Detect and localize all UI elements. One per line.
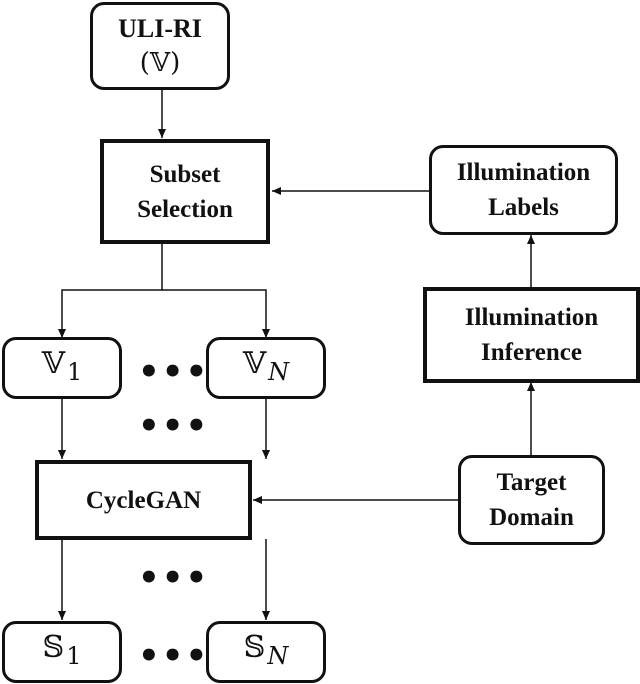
node-illumination-inference: Illumination Inference (423, 287, 640, 383)
node-subset-selection: Subset Selection (100, 139, 270, 244)
node-v1-subscript: 1 (67, 358, 83, 386)
node-illumination-labels: Illumination Labels (429, 145, 618, 235)
node-illumination-labels-line2: Labels (488, 194, 559, 221)
node-v1-label: 𝕍1 (42, 346, 83, 390)
node-illumination-inference-line1: Illumination (464, 304, 599, 331)
node-target-domain-line1: Target (496, 469, 567, 496)
node-v1-symbol: 𝕍 (41, 346, 65, 381)
node-v1: 𝕍1 (2, 337, 122, 399)
node-uli-ri-title: ULI-RI (118, 14, 202, 43)
edge-subset-to-v1 (58, 243, 163, 338)
node-subset-selection-line1: Subset (149, 160, 221, 188)
edge-subset-to-vn (162, 289, 270, 338)
ellipsis-v: ••• (138, 352, 210, 392)
node-sn: 𝕊N (206, 621, 326, 683)
node-cyclegan-label: CycleGAN (85, 486, 202, 514)
node-vn-symbol: 𝕍 (242, 346, 267, 381)
node-uli-ri-symbol: (𝕍) (139, 48, 181, 78)
node-illumination-inference-line2: Inference (481, 339, 582, 366)
node-subset-selection-line2: Selection (137, 195, 233, 223)
node-vn: 𝕍N (206, 337, 326, 399)
node-cyclegan: CycleGAN (35, 460, 252, 540)
node-uli-ri: ULI-RI (𝕍) (90, 2, 230, 90)
node-s1-symbol: 𝕊 (42, 630, 65, 665)
node-sn-subscript: N (267, 642, 289, 670)
node-vn-label: 𝕍N (243, 346, 289, 390)
ellipsis-s-upper: ••• (138, 558, 210, 598)
node-sn-symbol: 𝕊 (243, 630, 266, 665)
node-vn-subscript: N (268, 358, 290, 386)
node-sn-label: 𝕊N (244, 630, 289, 674)
node-s1-label: 𝕊1 (43, 630, 82, 674)
node-s1-subscript: 1 (66, 642, 82, 670)
node-s1: 𝕊1 (2, 621, 122, 683)
node-illumination-labels-line1: Illumination (456, 159, 591, 186)
flow-diagram: ULI-RI (𝕍) Subset Selection Illumination… (0, 0, 640, 684)
node-target-domain: Target Domain (458, 455, 605, 545)
ellipsis-mid: ••• (138, 406, 210, 446)
node-target-domain-line2: Domain (489, 504, 574, 531)
ellipsis-s: ••• (138, 636, 210, 676)
